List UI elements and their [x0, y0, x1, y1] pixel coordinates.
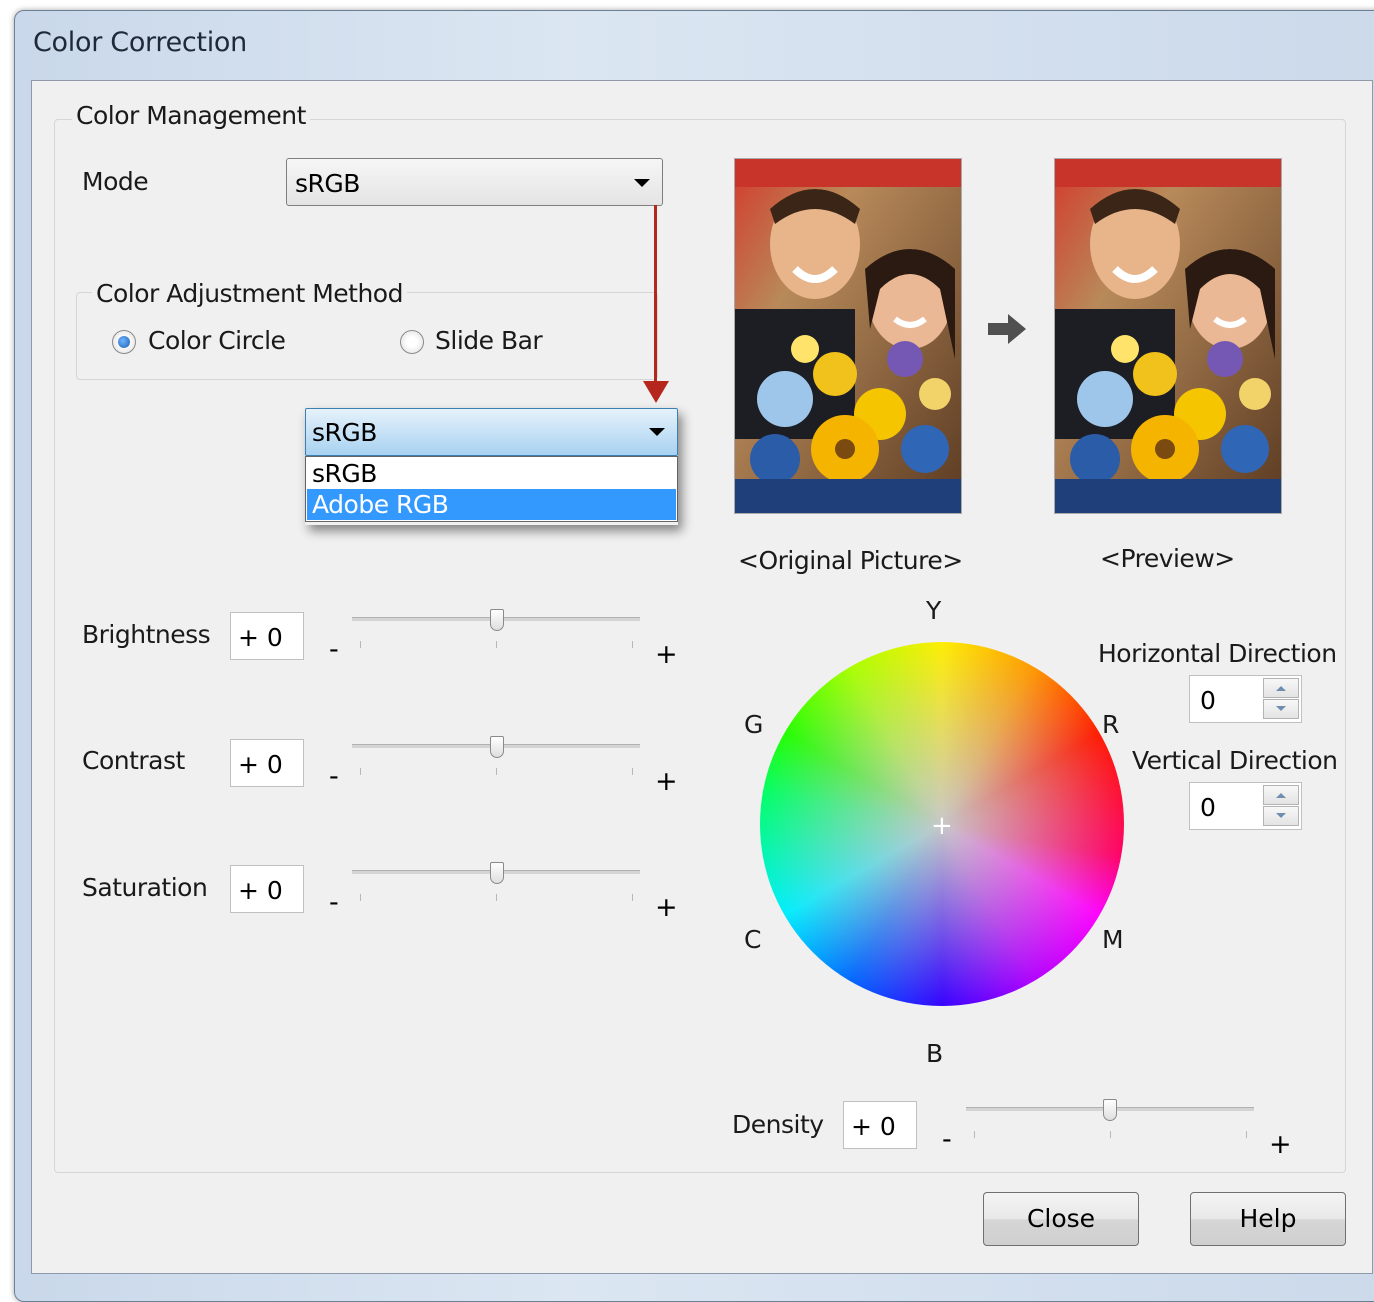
contrast-minus: - [329, 761, 339, 792]
color-circle-radio-label[interactable]: Color Circle [148, 326, 286, 355]
mode-label: Mode [82, 167, 149, 196]
mode-select[interactable]: sRGB [286, 158, 663, 206]
callout-arrow-line [654, 205, 657, 382]
density-value-field[interactable]: + 0 [843, 1101, 917, 1149]
mode-dropdown-header[interactable]: sRGB [305, 408, 678, 456]
brightness-value: + 0 [238, 623, 283, 652]
horizontal-direction-spinner[interactable]: 0 [1189, 675, 1302, 723]
vertical-direction-spinner[interactable]: 0 [1189, 782, 1302, 830]
brightness-minus: - [329, 634, 339, 665]
vertical-direction-label: Vertical Direction [1132, 746, 1338, 775]
slider-tick [1246, 1131, 1247, 1138]
original-picture-caption: <Original Picture> [738, 546, 963, 575]
slider-tick [974, 1131, 975, 1138]
contrast-plus: + [655, 766, 678, 797]
slider-tick [1110, 1131, 1111, 1138]
saturation-plus: + [655, 892, 678, 923]
saturation-value-field[interactable]: + 0 [230, 865, 304, 913]
contrast-slider-thumb[interactable] [490, 736, 504, 758]
dropdown-option-label: sRGB [312, 459, 377, 488]
help-button[interactable]: Help [1190, 1192, 1346, 1246]
color-circle-crosshair[interactable]: + [931, 811, 953, 841]
arrow-down-icon [1276, 813, 1286, 818]
color-circle-radio[interactable] [112, 330, 136, 354]
brightness-label: Brightness [82, 620, 211, 649]
circle-label-b: B [926, 1039, 943, 1068]
chevron-down-icon [649, 428, 665, 436]
brightness-slider-thumb[interactable] [490, 609, 504, 631]
color-management-legend: Color Management [72, 101, 310, 130]
vertical-direction-value: 0 [1200, 793, 1216, 822]
dialog-body: Color Management Mode sRGB Color Adjustm… [31, 80, 1373, 1274]
preview-caption: <Preview> [1100, 544, 1235, 573]
slider-tick [632, 641, 633, 648]
mode-dropdown-value: sRGB [312, 418, 377, 447]
contrast-label: Contrast [82, 746, 185, 775]
color-correction-window: Color Correction Color Management Mode s… [14, 10, 1374, 1302]
slide-bar-radio-label[interactable]: Slide Bar [435, 326, 543, 355]
brightness-plus: + [655, 639, 678, 670]
dropdown-option-adobe-rgb[interactable]: Adobe RGB [307, 489, 676, 520]
spinner-buttons [1263, 785, 1299, 827]
circle-label-g: G [744, 710, 763, 739]
arrow-up-icon [1276, 686, 1286, 691]
slider-tick [496, 641, 497, 648]
saturation-slider-thumb[interactable] [490, 862, 504, 884]
preview-photo-image [1055, 159, 1281, 513]
contrast-value: + 0 [238, 750, 283, 779]
arrow-down-icon [1276, 706, 1286, 711]
horizontal-direction-label: Horizontal Direction [1098, 639, 1337, 668]
circle-label-y: Y [926, 596, 941, 625]
density-label: Density [732, 1110, 824, 1139]
original-picture [734, 158, 962, 514]
spin-down-button[interactable] [1263, 699, 1299, 719]
circle-label-m: M [1102, 925, 1124, 954]
saturation-minus: - [329, 887, 339, 918]
spin-up-button[interactable] [1263, 785, 1299, 805]
close-button[interactable]: Close [983, 1192, 1139, 1246]
slider-tick [632, 768, 633, 775]
preview-picture [1054, 158, 1282, 514]
spin-down-button[interactable] [1263, 806, 1299, 826]
slider-tick [360, 641, 361, 648]
adjustment-method-legend: Color Adjustment Method [92, 279, 407, 308]
callout-arrow-head [643, 381, 669, 403]
mode-dropdown-expanded: sRGB sRGB Adobe RGB [305, 408, 678, 525]
arrow-right-icon [988, 314, 1026, 344]
saturation-label: Saturation [82, 873, 208, 902]
window-title: Color Correction [33, 27, 247, 58]
mode-dropdown-list: sRGB Adobe RGB [305, 456, 678, 522]
slider-tick [496, 894, 497, 901]
spin-up-button[interactable] [1263, 678, 1299, 698]
slider-tick [360, 894, 361, 901]
brightness-value-field[interactable]: + 0 [230, 612, 304, 660]
density-minus: - [942, 1124, 952, 1155]
circle-label-r: R [1102, 710, 1119, 739]
slide-bar-radio[interactable] [400, 330, 424, 354]
slider-tick [360, 768, 361, 775]
contrast-value-field[interactable]: + 0 [230, 739, 304, 787]
horizontal-direction-value: 0 [1200, 686, 1216, 715]
slider-tick [496, 768, 497, 775]
dropdown-option-label: Adobe RGB [312, 490, 449, 519]
density-value: + 0 [851, 1112, 896, 1141]
arrow-up-icon [1276, 793, 1286, 798]
circle-label-c: C [744, 925, 761, 954]
saturation-value: + 0 [238, 876, 283, 905]
dropdown-option-srgb[interactable]: sRGB [307, 458, 676, 489]
spinner-buttons [1263, 678, 1299, 720]
mode-select-value: sRGB [295, 169, 360, 198]
chevron-down-icon [634, 179, 650, 187]
density-plus: + [1269, 1129, 1292, 1160]
density-slider-thumb[interactable] [1103, 1099, 1117, 1121]
slider-tick [632, 894, 633, 901]
original-photo-image [735, 159, 961, 513]
